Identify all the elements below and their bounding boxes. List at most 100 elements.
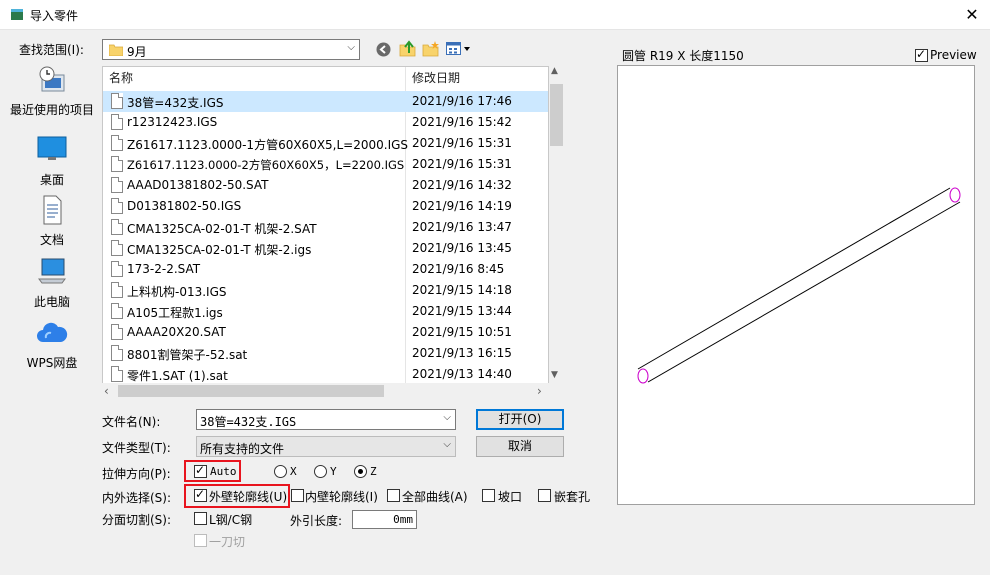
file-date: 2021/9/16 13:45 [412,241,512,255]
chevron-down-icon: ⌵ [443,412,451,423]
auto-label: Auto [210,465,237,478]
radio-x-label: X [290,465,297,478]
desktop-icon [37,136,67,160]
list-item[interactable]: r12312423.IGS 2021/9/16 15:42 [103,112,548,133]
file-list[interactable]: 名称 修改日期 ⌃ 38管=432支.IGS 2021/9/16 17:46 r… [102,66,549,384]
back-icon[interactable] [376,42,391,57]
scroll-up-icon[interactable]: ▲ [551,66,558,76]
chevron-down-icon: ⌵ [347,42,355,53]
file-name: 上料机构-013.IGS [127,285,227,299]
file-date: 2021/9/16 14:32 [412,178,512,192]
place-label: 桌面 [39,173,64,187]
auto-checkbox[interactable] [194,463,207,478]
inner-contour-checkbox[interactable] [291,489,304,502]
column-header-date[interactable]: 修改日期 [412,67,460,89]
list-item[interactable]: 8801割管架子-52.sat 2021/9/13 16:15 [103,343,548,364]
lookin-label: 查找范围(I): [19,43,84,57]
file-date: 2021/9/13 14:40 [412,367,512,381]
preview-checkbox[interactable] [915,47,928,62]
preview-label: Preview [930,48,977,62]
place-recent[interactable]: 最近使用的项目 [6,65,98,123]
file-name: 8801割管架子-52.sat [127,348,248,362]
file-date: 2021/9/16 17:46 [412,94,512,108]
list-item[interactable]: D01381802-50.IGS 2021/9/16 14:19 [103,196,548,217]
lsteel-checkbox[interactable] [194,512,207,525]
file-icon [111,261,123,277]
filename-value: 38管=432支.IGS [200,415,297,429]
view-menu-icon[interactable] [446,42,472,56]
all-curves-label: 全部曲线(A) [402,490,468,504]
list-item[interactable]: AAAA20X20.SAT 2021/9/15 10:51 [103,322,548,343]
file-date: 2021/9/16 8:45 [412,262,505,276]
list-item[interactable]: 零件1.SAT (1).sat 2021/9/13 14:40 [103,364,548,383]
nested-hole-checkbox[interactable] [538,489,551,502]
inout-label: 内外选择(S): [102,491,172,505]
radio-z[interactable] [354,465,367,478]
list-item[interactable]: A105工程款1.igs 2021/9/15 13:44 [103,301,548,322]
lookin-combo[interactable]: 9月 ⌵ [102,39,360,60]
list-item[interactable]: CMA1325CA-02-01-T 机架-2.SAT 2021/9/16 13:… [103,217,548,238]
file-name: Z61617.1123.0000-2方管60X60X5，L=2200.IGS [127,158,405,172]
wps-cloud-icon [37,322,68,342]
list-item[interactable]: 173-2-2.SAT 2021/9/16 8:45 [103,259,548,280]
extend-length-input[interactable]: 0mm [352,510,417,529]
file-icon [111,93,123,109]
cancel-button[interactable]: 取消 [476,436,564,457]
documents-icon [43,195,62,225]
list-item[interactable]: 上料机构-013.IGS 2021/9/15 14:18 [103,280,548,301]
tube-3d-preview [637,187,961,384]
list-item[interactable]: AAAD01381802-50.SAT 2021/9/16 14:32 [103,175,548,196]
place-desktop[interactable]: 桌面 [6,135,98,193]
computer-icon [38,258,66,284]
list-item[interactable]: CMA1325CA-02-01-T 机架-2.igs 2021/9/16 13:… [103,238,548,259]
file-icon [111,366,123,382]
column-header-name[interactable]: 名称 [109,67,133,89]
list-item[interactable]: 38管=432支.IGS 2021/9/16 17:46 [103,91,548,112]
list-item[interactable]: Z61617.1123.0000-1方管60X60X5,L=2000.IGS 2… [103,133,548,154]
place-label: 文档 [39,233,64,247]
radio-z-label: Z [370,465,377,478]
file-date: 2021/9/16 13:47 [412,220,512,234]
file-icon [111,219,123,235]
scroll-right-icon[interactable]: › [537,384,542,398]
file-date: 2021/9/16 15:31 [412,157,512,171]
nested-hole-label: 嵌套孔 [554,490,591,504]
app-icon [11,9,23,20]
place-label: 最近使用的项目 [9,103,94,117]
radio-x[interactable] [274,465,287,478]
new-folder-icon[interactable] [422,40,440,57]
filename-combo[interactable]: 38管=432支.IGS ⌵ [196,409,456,430]
file-name: 零件1.SAT (1).sat [127,369,228,383]
place-computer[interactable]: 此电脑 [6,257,98,315]
up-folder-icon[interactable] [399,40,416,57]
outer-contour-checkbox[interactable] [194,487,207,502]
place-label: WPS网盘 [26,356,78,370]
close-button[interactable]: ✕ [958,3,986,27]
open-button[interactable]: 打开(O) [476,409,564,430]
file-name: CMA1325CA-02-01-T 机架-2.SAT [127,222,317,236]
file-name: 38管=432支.IGS [127,96,224,110]
one-cut-label: 一刀切 [209,535,246,549]
all-curves-checkbox[interactable] [387,489,400,502]
file-icon [111,303,123,319]
extend-length-value: 0mm [393,513,413,526]
bevel-checkbox[interactable] [482,489,495,502]
filetype-label: 文件类型(T): [102,441,171,455]
filetype-combo[interactable]: 所有支持的文件 ⌵ [196,436,456,457]
scroll-left-icon[interactable]: ‹ [104,384,109,398]
list-item[interactable]: Z61617.1123.0000-2方管60X60X5，L=2200.IGS 2… [103,154,548,175]
vertical-scroll-thumb[interactable] [550,84,563,146]
one-cut-checkbox[interactable] [194,534,207,547]
file-date: 2021/9/15 14:18 [412,283,512,297]
file-date: 2021/9/16 14:19 [412,199,512,213]
stretch-label: 拉伸方向(P): [102,467,171,481]
file-date: 2021/9/16 15:42 [412,115,512,129]
horizontal-scroll-thumb[interactable] [118,385,384,397]
file-icon [111,135,123,151]
scroll-down-icon[interactable]: ▼ [551,370,558,380]
place-wps-cloud[interactable]: WPS网盘 [6,318,98,376]
file-icon [111,282,123,298]
radio-y[interactable] [314,465,327,478]
place-documents[interactable]: 文档 [6,195,98,253]
radio-y-label: Y [330,465,337,478]
